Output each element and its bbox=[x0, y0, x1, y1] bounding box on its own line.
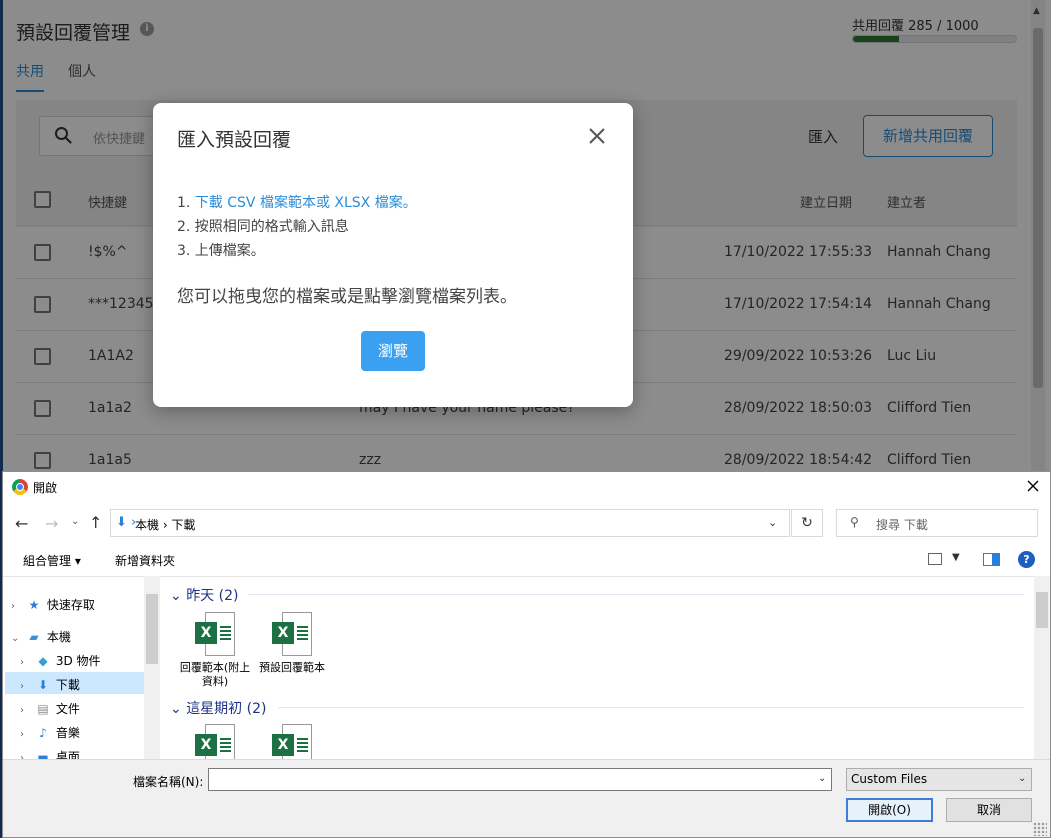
drag-drop-hint: 您可以拖曳您的檔案或是點擊瀏覽檔案列表。 bbox=[177, 287, 517, 307]
back-arrow-icon[interactable]: ← bbox=[15, 514, 28, 533]
tree-item-downloads[interactable]: › ⬇ 下載 bbox=[20, 676, 80, 693]
modal-title: 匯入預設回覆 bbox=[177, 129, 292, 151]
tree-item-label: 快速存取 bbox=[46, 598, 95, 612]
tree-item-music[interactable]: › ♪ 音樂 bbox=[20, 724, 80, 741]
excel-file-icon: X bbox=[272, 612, 312, 658]
tree-item-label: 3D 物件 bbox=[55, 654, 101, 668]
chevron-down-icon[interactable]: ⌄ bbox=[818, 773, 826, 784]
file-item[interactable]: X bbox=[255, 724, 329, 759]
step-1: 1. 下載 CSV 檔案範本或 XLSX 檔案。 bbox=[177, 191, 417, 215]
close-icon[interactable] bbox=[586, 125, 608, 147]
folder-search-input[interactable] bbox=[836, 509, 1038, 537]
chevron-down-icon[interactable]: ⌄ bbox=[170, 588, 182, 604]
file-open-dialog: 開啟 ← → ⌄ ↑ ⬇ › 本機 › 下載 ⌄ ↻ ⚲ 搜尋 下載 組合管理 … bbox=[2, 471, 1051, 838]
group-header-early-this-week[interactable]: ⌄ 這星期初 (2) bbox=[170, 698, 266, 718]
tree-item-this-pc[interactable]: ⌄ ▰ 本機 bbox=[11, 628, 71, 645]
cancel-button[interactable]: 取消 bbox=[946, 798, 1032, 822]
step-2: 2. 按照相同的格式輸入訊息 bbox=[177, 219, 349, 235]
tree-item-label: 下載 bbox=[55, 678, 80, 692]
up-arrow-icon[interactable]: ↑ bbox=[89, 513, 102, 532]
recent-locations-chevron-icon[interactable]: ⌄ bbox=[71, 516, 79, 527]
chevron-down-icon[interactable]: ▼ bbox=[952, 552, 960, 563]
group-divider bbox=[278, 707, 1024, 708]
browse-button[interactable]: 瀏覽 bbox=[361, 331, 425, 371]
tree-item-desktop[interactable]: › ▬ 桌面 bbox=[20, 748, 80, 759]
file-item[interactable]: X 回覆範本(附上資料) bbox=[178, 612, 252, 689]
import-modal: 匯入預設回覆 1. 下載 CSV 檔案範本或 XLSX 檔案。 2. 按照相同的… bbox=[153, 103, 633, 407]
new-folder-button[interactable]: 新增資料夾 bbox=[115, 552, 175, 569]
chevron-right-icon[interactable]: › bbox=[20, 657, 34, 668]
help-icon[interactable]: ? bbox=[1018, 551, 1035, 568]
tree-item-label: 本機 bbox=[46, 630, 71, 644]
folder-search-placeholder: 搜尋 下載 bbox=[876, 518, 928, 532]
desktop-icon: ▬ bbox=[37, 750, 49, 759]
resize-grip[interactable] bbox=[1033, 822, 1047, 836]
file-name: 預設回覆範本 bbox=[259, 661, 325, 674]
file-name: 回覆範本(附上資料) bbox=[179, 661, 251, 688]
search-icon: ⚲ bbox=[850, 515, 859, 529]
view-mode-icon[interactable] bbox=[928, 553, 942, 565]
preview-pane-icon[interactable] bbox=[983, 553, 1000, 566]
chevron-down-icon[interactable]: ⌄ bbox=[1018, 773, 1026, 784]
download-template-link[interactable]: 下載 CSV 檔案範本或 XLSX 檔案。 bbox=[195, 195, 417, 211]
tree-item-quick-access[interactable]: › ★ 快速存取 bbox=[11, 596, 95, 613]
group-header-yesterday[interactable]: ⌄ 昨天 (2) bbox=[170, 585, 238, 605]
chrome-icon bbox=[12, 479, 28, 495]
cube-icon: ◆ bbox=[38, 654, 48, 668]
tree-item-label: 文件 bbox=[55, 702, 80, 716]
import-steps: 1. 下載 CSV 檔案範本或 XLSX 檔案。 2. 按照相同的格式輸入訊息 … bbox=[177, 191, 417, 263]
dialog-titlebar bbox=[3, 472, 1050, 502]
music-icon: ♪ bbox=[39, 726, 47, 740]
chevron-right-icon[interactable]: › bbox=[20, 705, 34, 716]
refresh-button[interactable]: ↻ bbox=[791, 509, 823, 537]
file-list-scrollbar-thumb[interactable] bbox=[1036, 592, 1048, 628]
filename-input[interactable] bbox=[208, 768, 832, 791]
tree-item-3d-objects[interactable]: › ◆ 3D 物件 bbox=[20, 652, 101, 669]
tree-item-label: 音樂 bbox=[55, 726, 80, 740]
group-label: 昨天 (2) bbox=[186, 588, 239, 604]
file-type-select[interactable]: Custom Files bbox=[846, 768, 1032, 791]
group-divider bbox=[248, 594, 1024, 595]
file-item[interactable]: X bbox=[178, 724, 252, 759]
file-item[interactable]: X 預設回覆範本 bbox=[255, 612, 329, 675]
tree-item-documents[interactable]: › ▤ 文件 bbox=[20, 700, 80, 717]
excel-file-icon: X bbox=[195, 724, 235, 759]
chevron-right-icon[interactable]: › bbox=[20, 681, 34, 692]
close-icon[interactable] bbox=[1025, 478, 1041, 494]
step-3: 3. 上傳檔案。 bbox=[177, 243, 265, 259]
filename-label: 檔案名稱(N): bbox=[133, 775, 204, 789]
organize-menu[interactable]: 組合管理 ▾ bbox=[23, 552, 81, 569]
document-icon: ▤ bbox=[37, 702, 49, 716]
chevron-down-icon[interactable]: ⌄ bbox=[170, 701, 182, 717]
star-icon: ★ bbox=[28, 598, 40, 612]
excel-file-icon: X bbox=[272, 724, 312, 759]
chevron-right-icon[interactable]: › bbox=[20, 729, 34, 740]
address-bar[interactable] bbox=[110, 509, 790, 537]
chevron-down-icon[interactable]: ⌄ bbox=[11, 633, 25, 644]
excel-file-icon: X bbox=[195, 612, 235, 658]
chevron-down-icon[interactable]: ⌄ bbox=[768, 516, 777, 529]
computer-icon: ▰ bbox=[29, 630, 39, 644]
dialog-title: 開啟 bbox=[33, 481, 58, 495]
group-label: 這星期初 (2) bbox=[186, 701, 267, 717]
tree-scrollbar-thumb[interactable] bbox=[146, 594, 158, 664]
download-icon: ⬇ › bbox=[116, 515, 137, 530]
chevron-right-icon[interactable]: › bbox=[11, 601, 25, 612]
tree-item-label: 桌面 bbox=[55, 750, 80, 759]
address-path[interactable]: 本機 › 下載 bbox=[135, 516, 195, 533]
step-1-prefix: 1. bbox=[177, 195, 195, 211]
open-button[interactable]: 開啟(O) bbox=[846, 798, 933, 822]
forward-arrow-icon[interactable]: → bbox=[45, 514, 58, 533]
download-icon: ⬇ bbox=[37, 678, 49, 692]
